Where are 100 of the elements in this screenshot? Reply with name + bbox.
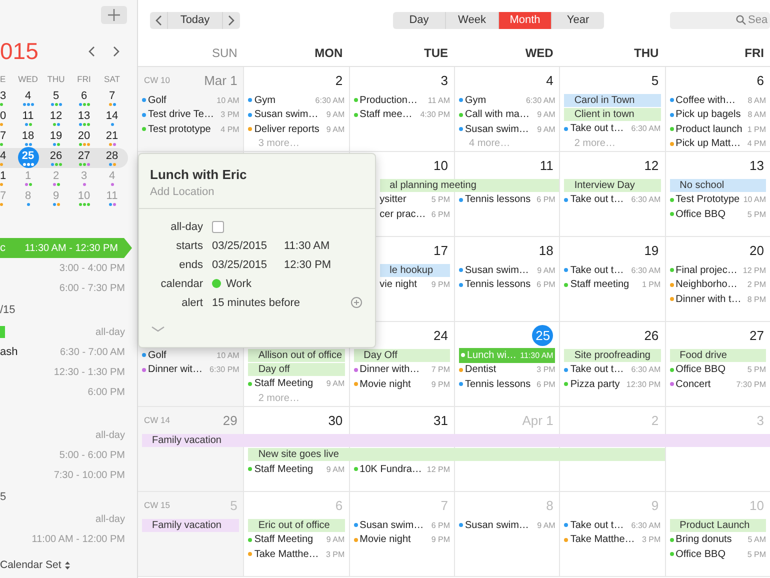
all-day-event[interactable]: al planning meeting [380, 178, 560, 192]
add-icon[interactable] [351, 297, 362, 308]
event-time: 3 PM [324, 550, 345, 559]
all-day-event[interactable]: Family vacation [142, 518, 240, 532]
event-title: Bring donuts [676, 534, 732, 546]
day-number: 25 [532, 325, 554, 346]
day-number: 5 [651, 72, 659, 88]
agenda-event-time: 7:30 - 10:00 PM [54, 470, 125, 480]
all-day-event[interactable]: Day Off [354, 348, 450, 362]
day-number: 24 [434, 328, 448, 342]
day-number[interactable]: 27 [78, 150, 90, 162]
all-day-event[interactable]: Client in town [564, 108, 661, 120]
left-chevron-icon [88, 46, 95, 56]
day-number: 2 [651, 412, 659, 428]
event-time: 9 AM [536, 124, 556, 134]
all-day-event[interactable]: Eric out of office [248, 518, 345, 532]
all-day-event[interactable]: No school [670, 178, 766, 192]
alert-value[interactable]: 15 minutes before [212, 296, 300, 308]
event-title: Staff Meeting [254, 464, 314, 475]
event-time: 4 PM [746, 139, 766, 148]
event-dot [461, 353, 465, 358]
event-time: 10 AM [742, 195, 766, 204]
calendar-set-menu[interactable]: Calendar Set [0, 559, 70, 571]
day-number: 10 [750, 498, 764, 512]
agenda-event-time: 11:00 AM - 12:00 PM [32, 534, 125, 544]
agenda-date-heading: /15 [0, 304, 16, 316]
agenda-date-heading: 5 [0, 491, 6, 503]
day-number[interactable]: 7 [108, 90, 116, 102]
all-day-event[interactable]: Site proofreading [564, 348, 661, 362]
event-title: Pick up bagels [676, 109, 741, 120]
event-title: Take out t… [570, 123, 624, 134]
day-number[interactable]: 20 [78, 130, 90, 142]
day-number[interactable]: 4 [0, 150, 6, 162]
event-time: 6:30 AM [314, 96, 345, 105]
agenda-event-time: 6:00 - 7:30 PM [59, 282, 125, 294]
day-number[interactable]: 28 [106, 150, 118, 162]
time-value[interactable]: 12:30 PM [284, 258, 332, 270]
field-label: calendar [160, 278, 204, 290]
location-field[interactable]: Add Location [150, 186, 300, 198]
day-number[interactable]: 0 [0, 110, 6, 122]
event-time: 6:30 AM [630, 520, 661, 530]
date-value[interactable]: 03/25/2015 [212, 240, 284, 252]
event-title: Take out t… [570, 264, 624, 276]
day-number[interactable]: 12 [50, 110, 62, 122]
all-day-event[interactable]: Day off [248, 362, 345, 376]
event-time: 6:30 AM [630, 365, 661, 374]
all-day-event[interactable]: Product Launch [670, 518, 766, 532]
time-value[interactable]: 11:30 AM [284, 240, 330, 252]
event-title: Test drive Te… [148, 109, 214, 120]
all-day-event[interactable]: Family vacation [142, 434, 770, 447]
all-day-event[interactable]: Interview Day [564, 178, 661, 192]
day-number: 6 [756, 72, 764, 88]
event-time: 5 PM [746, 210, 766, 219]
day-number[interactable]: 14 [106, 110, 118, 122]
day-number[interactable]: 4 [24, 90, 32, 102]
event-title: Test prototype [148, 124, 211, 135]
event-title: Call with ma… [465, 109, 530, 120]
add-event-button[interactable] [101, 6, 127, 24]
weekday-header: TUE [423, 46, 449, 60]
all-day-event[interactable]: Carol in Town [564, 94, 661, 107]
day-number[interactable]: 19 [50, 130, 62, 142]
day-number[interactable]: 26 [50, 150, 62, 162]
calendar-value[interactable]: Work [226, 278, 252, 290]
day-number[interactable]: 1 [0, 170, 6, 182]
event-title: Staff meeting [570, 279, 630, 290]
event-time: 4:30 PM [419, 110, 450, 120]
day-number: 30 [328, 412, 343, 428]
all-day-event[interactable]: New site goes live [248, 448, 665, 462]
event-time: 9 AM [325, 464, 345, 474]
day-number[interactable]: 5 [52, 90, 60, 102]
weekday-label: WED [17, 74, 39, 86]
event-time: 5 PM [746, 550, 766, 559]
view-tab[interactable]: Month [498, 12, 551, 28]
day-number[interactable]: 3 [0, 90, 6, 102]
event-title: Neighborho… [676, 279, 738, 290]
day-number[interactable]: 7 [0, 130, 6, 142]
day-number: Apr 1 [522, 412, 554, 428]
view-tab[interactable]: Day [393, 12, 445, 28]
agenda-event-time: all-day [96, 430, 125, 440]
all-day-event[interactable]: Allison out of office [248, 348, 345, 362]
day-number: 7 [440, 498, 448, 512]
event-title: Pizza party [570, 378, 620, 390]
event-time: 12:30 PM [625, 380, 661, 389]
date-value[interactable]: 03/25/2015 [212, 258, 284, 270]
event-title: Susan swim… [465, 520, 529, 531]
view-tab[interactable]: Year [551, 12, 604, 28]
event-title: Tennis lessons [465, 378, 531, 390]
event-title: Office BBQ [676, 548, 726, 560]
day-number[interactable]: 11 [22, 110, 34, 122]
day-number[interactable]: 13 [78, 110, 90, 122]
day-number[interactable]: 6 [80, 90, 88, 102]
day-number[interactable]: 21 [106, 130, 118, 142]
event-title: Dinner wit… [148, 364, 202, 376]
search-field[interactable]: Sea [670, 12, 770, 28]
all-day-checkbox[interactable] [212, 220, 224, 232]
day-number: 5 [230, 498, 238, 512]
all-day-event[interactable]: Food drive [670, 348, 766, 362]
event-title: Dentist [465, 364, 496, 376]
all-day-event[interactable]: le hookup [380, 264, 450, 277]
day-number[interactable]: 18 [22, 130, 34, 142]
